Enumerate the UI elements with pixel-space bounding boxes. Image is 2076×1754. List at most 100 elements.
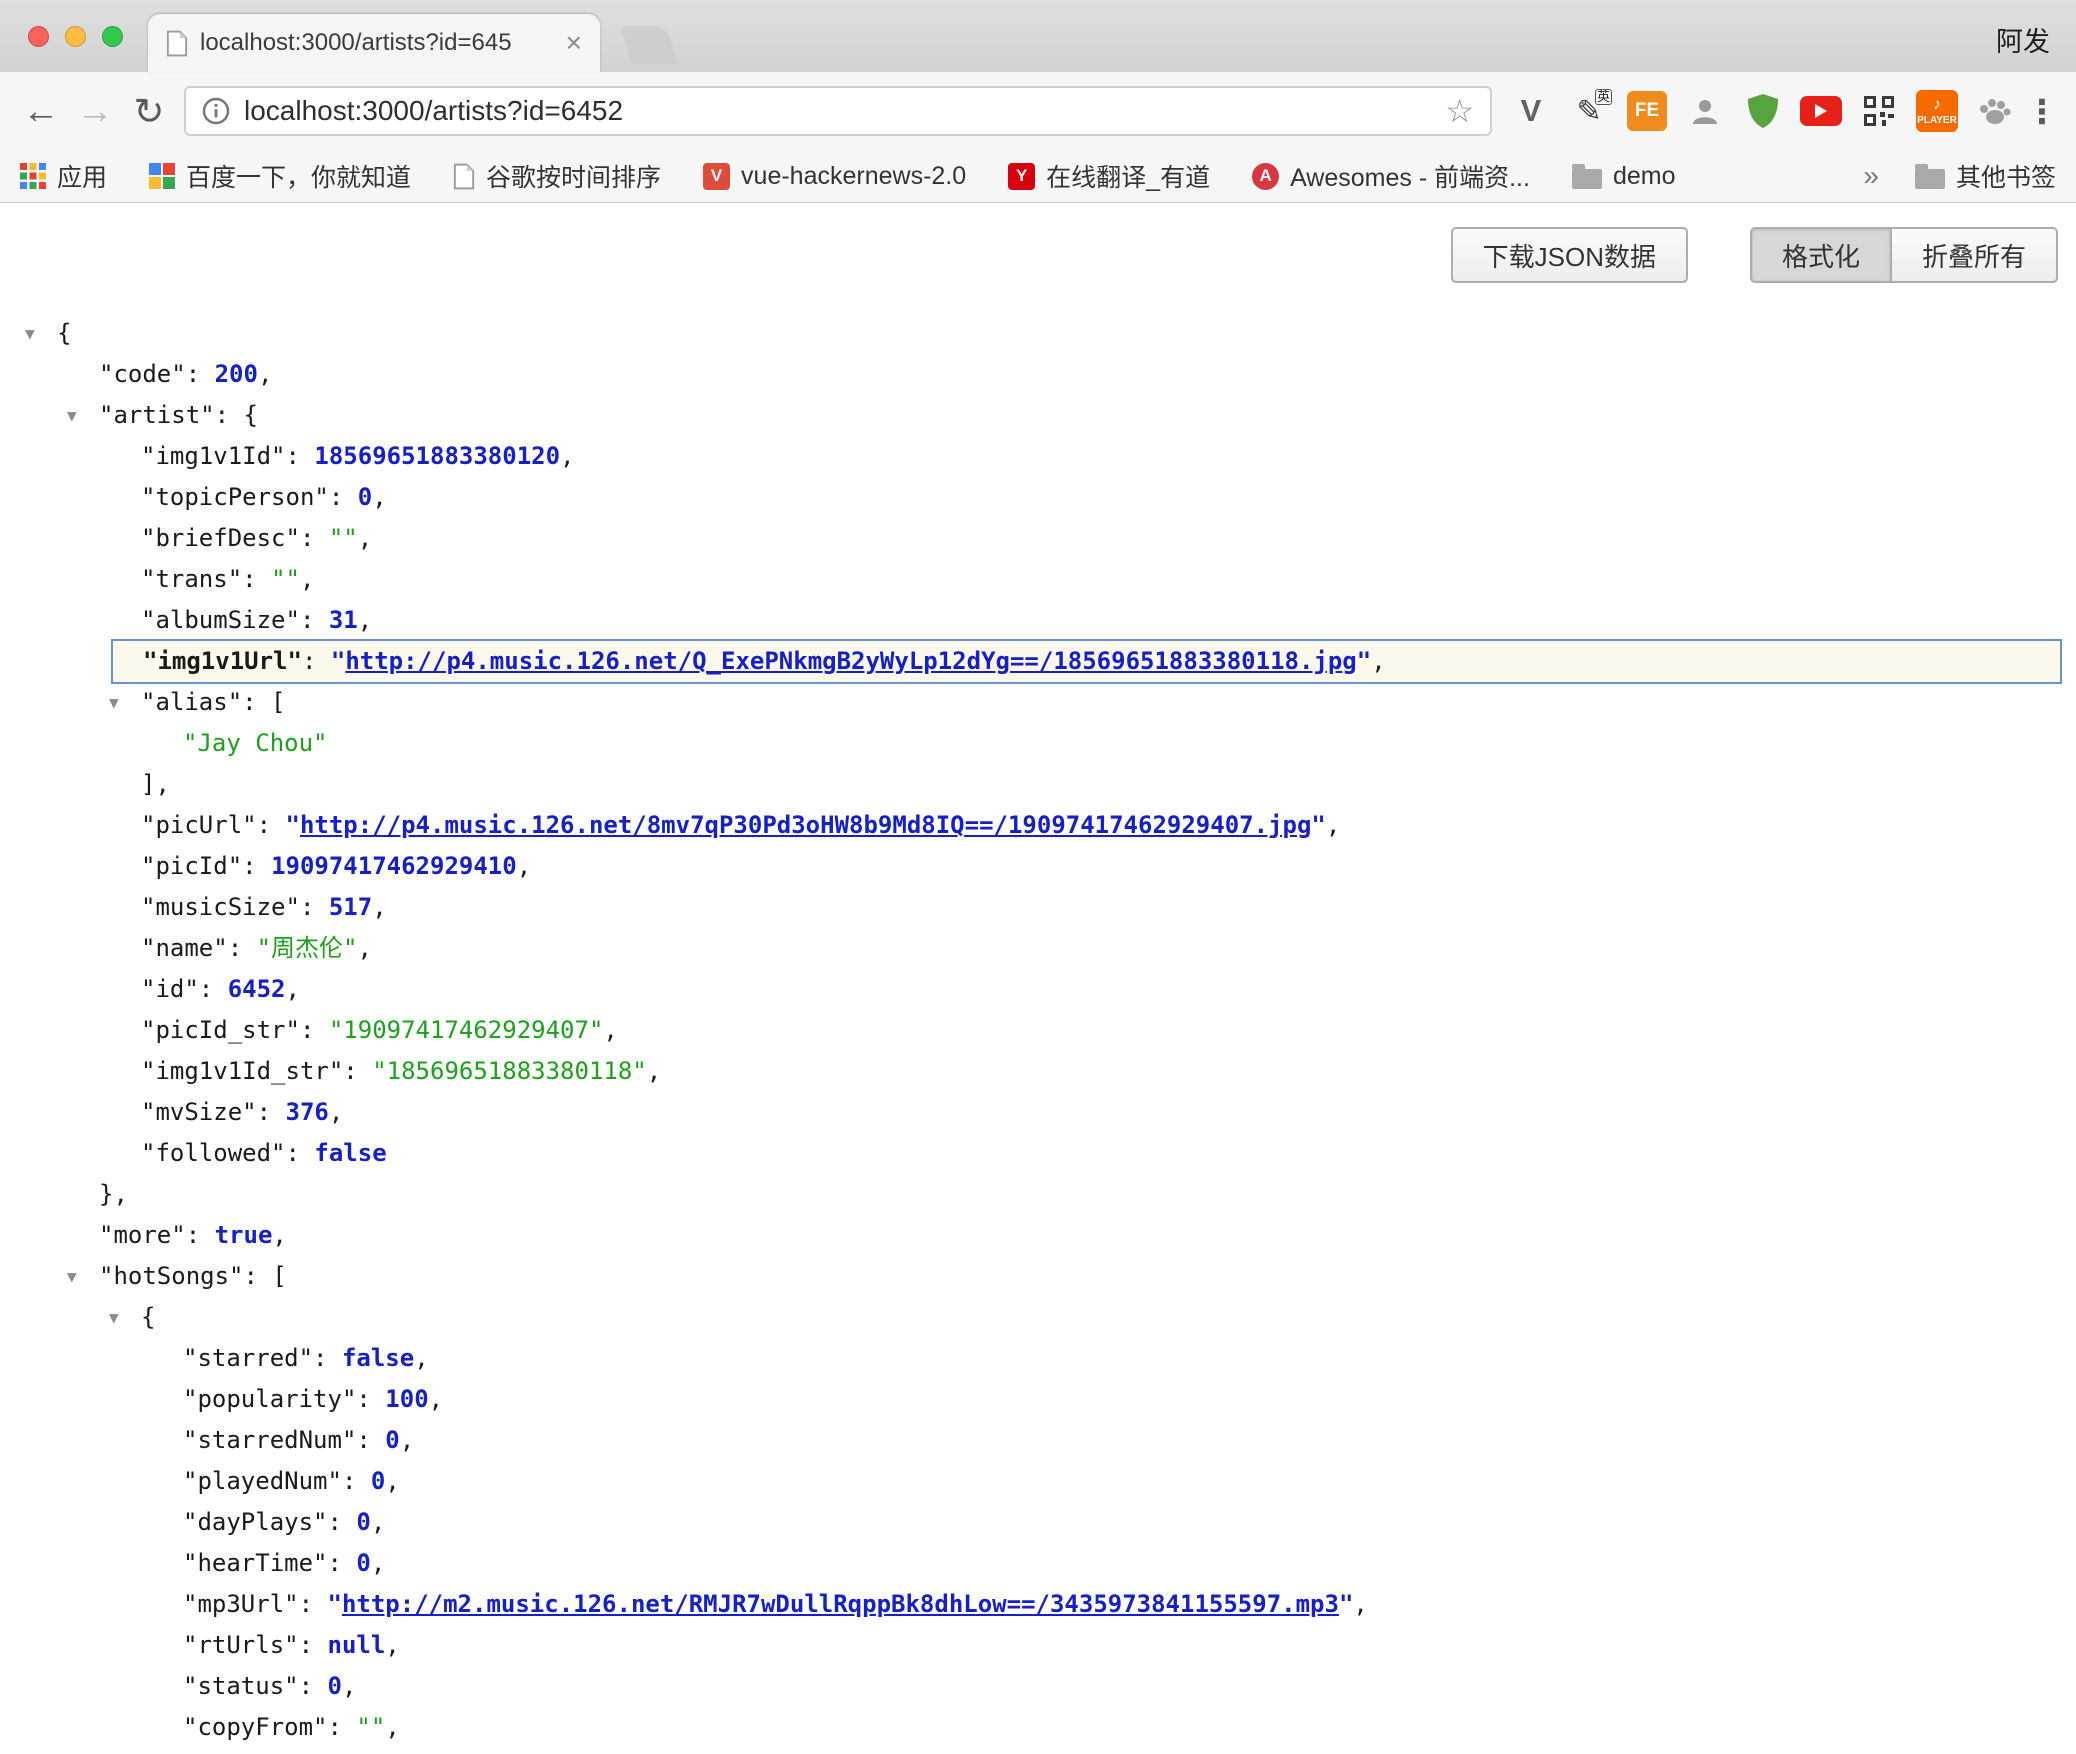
download-json-button[interactable]: 下载JSON数据 (1451, 227, 1688, 283)
bookmark-baidu[interactable]: 百度一下，你就知道 (149, 158, 411, 194)
json-value: , (371, 1549, 385, 1577)
json-key: "starredNum" (183, 1426, 356, 1454)
json-value: : (356, 1426, 385, 1454)
json-value: true (215, 1221, 273, 1249)
json-line: ▼"artist": { (0, 395, 2076, 436)
close-window-button[interactable] (28, 26, 49, 47)
json-line: ▼{ (0, 313, 2076, 354)
bookmark-other-folder[interactable]: 其他书签 (1915, 158, 2056, 194)
bookmark-vue-hackernews[interactable]: V vue-hackernews-2.0 (703, 162, 966, 191)
tab-close-icon[interactable]: × (566, 29, 582, 57)
json-line: "name": "周杰伦", (0, 928, 2076, 969)
bookmark-apps[interactable]: 应用 (20, 158, 107, 194)
json-line: "more": true, (0, 1215, 2076, 1256)
json-value: : { (215, 401, 258, 429)
new-tab-button[interactable] (621, 26, 678, 64)
menu-icon[interactable]: ⋮ (2022, 92, 2062, 131)
reload-button[interactable]: ↻ (122, 90, 176, 133)
json-value: , (400, 1426, 414, 1454)
translate-pen-icon[interactable]: ✎ 英 (1566, 88, 1612, 134)
json-key: "alias" (141, 688, 242, 716)
url-text: localhost:3000/artists?id=6452 (244, 95, 1445, 127)
json-value: , (329, 1098, 343, 1126)
json-value: , (372, 483, 386, 511)
json-url-link[interactable]: http://m2.music.126.net/RMJR7wDullRqppBk… (342, 1590, 1339, 1618)
json-value: "19097417462929407" (329, 1016, 604, 1044)
address-bar[interactable]: localhost:3000/artists?id=6452 ☆ (184, 86, 1492, 136)
json-value: : (300, 1016, 329, 1044)
page-info-icon[interactable] (202, 97, 230, 125)
collapse-toggle-icon[interactable]: ▼ (109, 682, 141, 723)
json-url-link[interactable]: http://p4.music.126.net/Q_ExePNkmgB2yWyL… (345, 647, 1356, 675)
collapse-toggle-icon[interactable]: ▼ (109, 1297, 141, 1338)
format-button[interactable]: 格式化 (1750, 227, 1890, 283)
page-icon (453, 163, 475, 190)
bookmark-label: vue-hackernews-2.0 (741, 162, 966, 191)
json-key: "albumSize" (141, 606, 300, 634)
json-value: " (286, 811, 300, 839)
vimium-icon[interactable]: V (1508, 88, 1554, 134)
json-value: : (299, 1631, 328, 1659)
json-line: "mp3Url": "http://m2.music.126.net/RMJR7… (0, 1584, 2076, 1625)
bookmark-label: Awesomes - 前端资... (1290, 158, 1530, 194)
json-value: { (57, 319, 71, 347)
json-value: 0 (356, 1549, 370, 1577)
json-line: ▼{ (0, 1297, 2076, 1338)
vue-favicon-icon: V (703, 163, 730, 190)
bookmark-label: 谷歌按时间排序 (486, 158, 661, 194)
collapse-all-button[interactable]: 折叠所有 (1890, 227, 2058, 283)
json-value: : (356, 1385, 385, 1413)
browser-window: localhost:3000/artists?id=645 × 阿发 ← → ↻… (0, 0, 2076, 1754)
bookmark-google-sort[interactable]: 谷歌按时间排序 (453, 158, 661, 194)
youtube-icon[interactable] (1798, 88, 1844, 134)
fe-extension-icon[interactable]: FE (1624, 88, 1670, 134)
collapse-toggle-icon[interactable]: ▼ (67, 395, 99, 436)
minimize-window-button[interactable] (65, 26, 86, 47)
forward-button[interactable]: → (68, 90, 122, 132)
player-icon[interactable]: ♪PLAYER (1914, 88, 1960, 134)
json-line: "starred": false, (0, 1338, 2076, 1379)
json-url-link[interactable]: http://p4.music.126.net/8mv7qP30Pd3oHW8b… (300, 811, 1311, 839)
browser-tab[interactable]: localhost:3000/artists?id=645 × (148, 14, 600, 72)
navigation-toolbar: ← → ↻ localhost:3000/artists?id=6452 ☆ V… (0, 72, 2076, 150)
json-key: "dayPlays" (183, 1508, 328, 1536)
json-key: "picId" (141, 852, 242, 880)
json-value: 6452 (228, 975, 286, 1003)
json-value: : (300, 606, 329, 634)
back-button[interactable]: ← (14, 90, 68, 132)
json-value: "Jay Chou" (183, 729, 328, 757)
collapse-toggle-icon[interactable]: ▼ (25, 313, 57, 354)
bookmark-star-icon[interactable]: ☆ (1445, 92, 1474, 130)
bookmarks-overflow-chevron[interactable]: » (1863, 160, 1879, 192)
json-line: "status": 0, (0, 1666, 2076, 1707)
bookmark-awesomes[interactable]: A Awesomes - 前端资... (1252, 158, 1530, 194)
bookmark-label: 应用 (57, 158, 107, 194)
fullscreen-window-button[interactable] (102, 26, 123, 47)
json-value: : (199, 975, 228, 1003)
json-value: "" (329, 524, 358, 552)
json-line: "playedNum": 0, (0, 1461, 2076, 1502)
bookmark-youdao-translate[interactable]: Y 在线翻译_有道 (1008, 158, 1210, 194)
qrcode-icon[interactable] (1856, 88, 1902, 134)
json-value: : (186, 1221, 215, 1249)
json-value: : (342, 1467, 371, 1495)
collapse-toggle-icon[interactable]: ▼ (67, 1256, 99, 1297)
person-icon[interactable] (1682, 88, 1728, 134)
bookmark-demo-folder[interactable]: demo (1572, 162, 1676, 191)
tab-strip: localhost:3000/artists?id=645 × 阿发 (0, 0, 2076, 72)
shield-icon[interactable] (1740, 88, 1786, 134)
json-value: 31 (329, 606, 358, 634)
json-value: : (302, 647, 331, 675)
paw-icon[interactable] (1972, 88, 2018, 134)
json-value: , (647, 1057, 661, 1085)
json-value: : (343, 1057, 372, 1085)
json-line: "trans": "", (0, 559, 2076, 600)
json-line: "popularity": 100, (0, 1379, 2076, 1420)
bookmarks-bar: 应用 百度一下，你就知道 谷歌按时间排序 V vue-hackernews-2.… (0, 150, 2076, 203)
json-key: "mvSize" (141, 1098, 257, 1126)
json-line: "id": 6452, (0, 969, 2076, 1010)
json-key: "briefDesc" (141, 524, 300, 552)
json-line: "code": 200, (0, 354, 2076, 395)
json-value: "18569651883380118" (372, 1057, 647, 1085)
apps-grid-icon (20, 163, 46, 189)
